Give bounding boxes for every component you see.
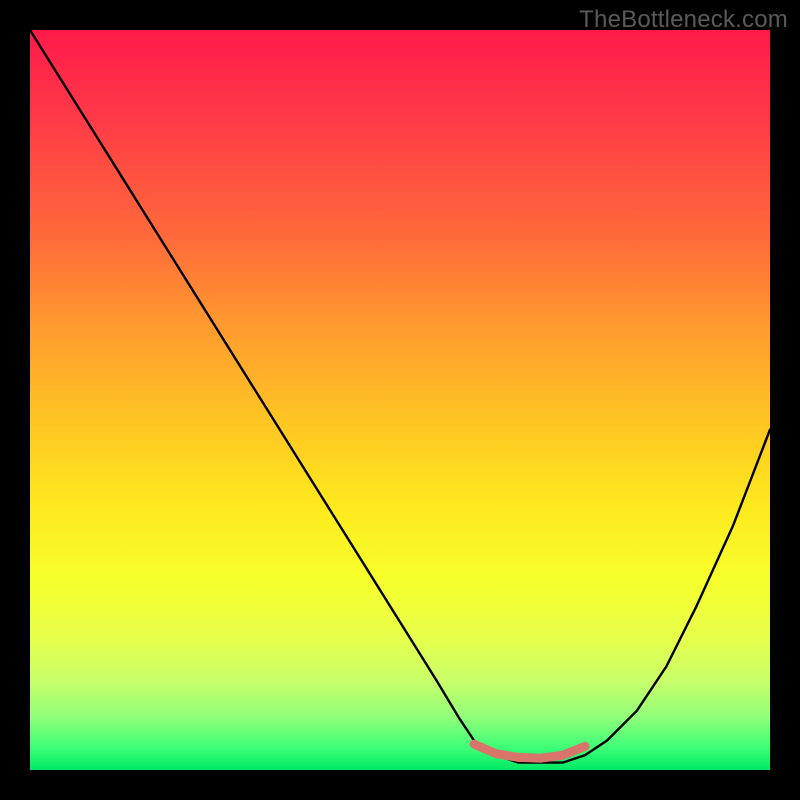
bottleneck-curve — [30, 30, 770, 763]
curve-layer — [30, 30, 770, 770]
chart-frame: TheBottleneck.com — [0, 0, 800, 800]
plot-area — [30, 30, 770, 770]
optimal-zone-marker — [474, 744, 585, 758]
watermark-text: TheBottleneck.com — [579, 6, 788, 34]
